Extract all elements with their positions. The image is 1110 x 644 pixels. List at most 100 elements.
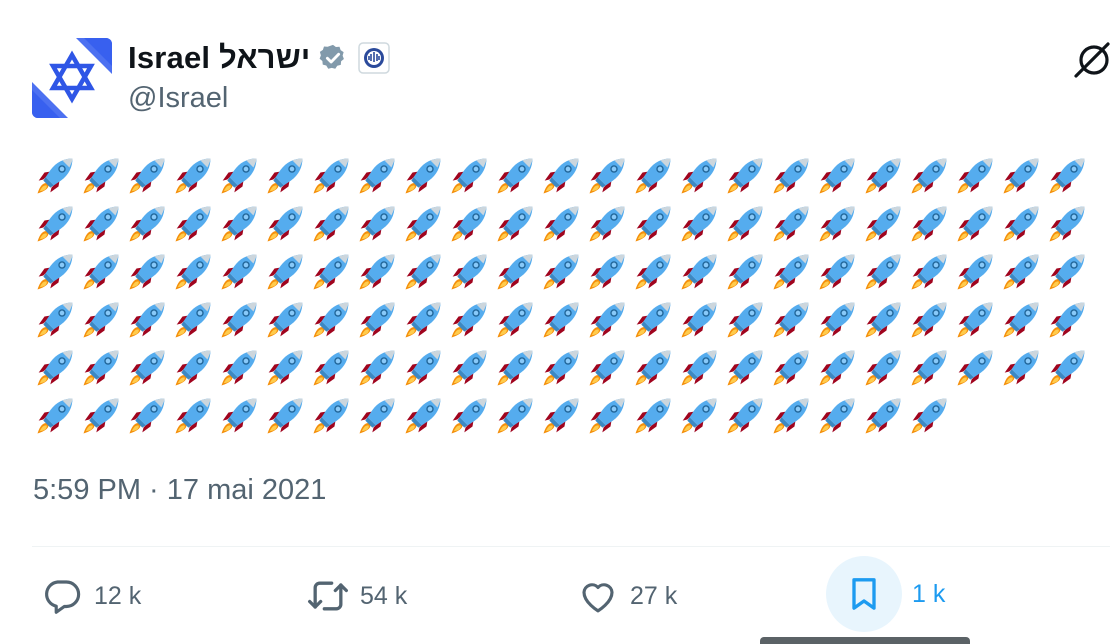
rocket-emoji-icon: [264, 248, 310, 296]
rocket-emoji-icon: [1000, 152, 1046, 200]
rocket-emoji-icon: [126, 344, 172, 392]
rocket-emoji-icon: [678, 392, 724, 440]
rocket-emoji-icon: [862, 392, 908, 440]
rocket-emoji-icon: [862, 344, 908, 392]
rocket-emoji-icon: [172, 344, 218, 392]
rocket-emoji-icon: [724, 344, 770, 392]
rocket-emoji-icon: [632, 392, 678, 440]
rocket-emoji-icon: [816, 392, 862, 440]
rocket-emoji-icon: [1000, 296, 1046, 344]
like-button[interactable]: 27 k: [576, 560, 677, 632]
rocket-emoji-icon: [494, 344, 540, 392]
rocket-emoji-icon: [632, 296, 678, 344]
avatar[interactable]: [32, 38, 112, 118]
rocket-emoji-icon: [80, 296, 126, 344]
rocket-emoji-icon: [724, 296, 770, 344]
rocket-emoji-icon: [310, 152, 356, 200]
rocket-emoji-icon: [356, 344, 402, 392]
rocket-emoji-icon: [908, 248, 954, 296]
rocket-emoji-icon: [770, 392, 816, 440]
display-name[interactable]: Israel ישראל: [128, 40, 310, 76]
rocket-emoji-icon: [448, 248, 494, 296]
rocket-emoji-icon: [816, 296, 862, 344]
author-handle[interactable]: @Israel: [128, 82, 390, 115]
rocket-emoji-icon: [678, 152, 724, 200]
rocket-row: [34, 248, 1110, 296]
scroll-indicator: [760, 637, 970, 644]
rocket-emoji-icon: [80, 248, 126, 296]
rocket-emoji-icon: [172, 296, 218, 344]
rocket-emoji-icon: [632, 152, 678, 200]
rocket-emoji-icon: [540, 344, 586, 392]
rocket-row: [34, 200, 1110, 248]
rocket-emoji-icon: [218, 152, 264, 200]
retweet-button[interactable]: 54 k: [306, 560, 407, 632]
rocket-emoji-icon: [770, 200, 816, 248]
rocket-emoji-icon: [80, 344, 126, 392]
bookmark-icon: [826, 556, 902, 632]
like-icon: [576, 574, 620, 618]
rocket-emoji-icon: [816, 152, 862, 200]
rocket-emoji-icon: [494, 152, 540, 200]
rocket-row: [34, 296, 1110, 344]
rocket-emoji-icon: [80, 200, 126, 248]
rocket-emoji-icon: [34, 344, 80, 392]
rocket-emoji-icon: [678, 296, 724, 344]
rocket-row: [34, 392, 1110, 440]
rocket-emoji-icon: [862, 200, 908, 248]
rocket-emoji-icon: [448, 344, 494, 392]
rocket-emoji-icon: [310, 392, 356, 440]
rocket-emoji-icon: [862, 296, 908, 344]
rocket-emoji-icon: [586, 296, 632, 344]
rocket-emoji-icon: [724, 200, 770, 248]
rocket-emoji-icon: [954, 296, 1000, 344]
rocket-emoji-icon: [586, 392, 632, 440]
rocket-emoji-icon: [310, 248, 356, 296]
rocket-emoji-icon: [356, 200, 402, 248]
rocket-emoji-icon: [126, 152, 172, 200]
rocket-emoji-icon: [494, 248, 540, 296]
rocket-emoji-icon: [586, 200, 632, 248]
rocket-emoji-icon: [724, 152, 770, 200]
like-count: 27 k: [630, 581, 678, 610]
rocket-emoji-icon: [34, 248, 80, 296]
reply-count: 12 k: [94, 581, 142, 610]
rocket-emoji-icon: [1000, 200, 1046, 248]
rocket-emoji-icon: [770, 152, 816, 200]
rocket-emoji-icon: [402, 200, 448, 248]
rocket-emoji-icon: [172, 248, 218, 296]
rocket-emoji-icon: [632, 248, 678, 296]
rocket-emoji-icon: [1046, 248, 1092, 296]
state-emblem-icon[interactable]: [358, 42, 391, 74]
rocket-emoji-icon: [816, 344, 862, 392]
rocket-emoji-icon: [80, 152, 126, 200]
rocket-emoji-icon: [724, 392, 770, 440]
rocket-emoji-icon: [862, 152, 908, 200]
retweet-icon: [306, 574, 350, 618]
grok-icon[interactable]: [1070, 40, 1110, 80]
rocket-emoji-icon: [172, 392, 218, 440]
rocket-emoji-icon: [126, 248, 172, 296]
rocket-emoji-icon: [310, 200, 356, 248]
verified-badge-icon[interactable]: [318, 43, 348, 73]
rocket-emoji-icon: [540, 392, 586, 440]
rocket-emoji-icon: [954, 344, 1000, 392]
rocket-emoji-icon: [494, 200, 540, 248]
reply-button[interactable]: 12 k: [40, 560, 141, 632]
rocket-emoji-icon: [126, 200, 172, 248]
rocket-emoji-icon: [264, 392, 310, 440]
rocket-emoji-icon: [540, 296, 586, 344]
rocket-emoji-icon: [540, 248, 586, 296]
rocket-emoji-icon: [678, 200, 724, 248]
rocket-emoji-icon: [770, 344, 816, 392]
rocket-emoji-icon: [448, 392, 494, 440]
tweet-timestamp[interactable]: 5:59 PM · 17 mai 2021: [33, 474, 326, 507]
rocket-emoji-icon: [954, 152, 1000, 200]
rocket-emoji-icon: [264, 344, 310, 392]
rocket-emoji-icon: [218, 296, 264, 344]
rocket-emoji-icon: [172, 200, 218, 248]
bookmark-button[interactable]: 1 k: [826, 556, 945, 632]
rocket-emoji-icon: [908, 200, 954, 248]
rocket-emoji-icon: [402, 344, 448, 392]
rocket-emoji-icon: [402, 392, 448, 440]
